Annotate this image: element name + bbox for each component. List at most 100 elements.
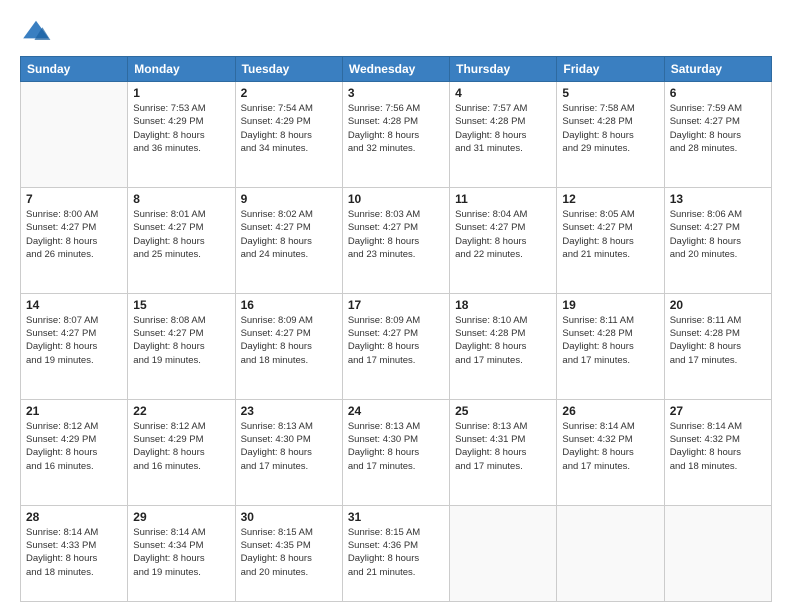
day-number: 27 (670, 404, 766, 418)
calendar-cell-5-5 (450, 505, 557, 601)
calendar-cell-3-4: 17 Sunrise: 8:09 AM Sunset: 4:27 PM Dayli… (342, 293, 449, 399)
calendar-cell-1-1 (21, 82, 128, 188)
day-info: Sunrise: 8:06 AM Sunset: 4:27 PM Dayligh… (670, 208, 766, 261)
day-info: Sunrise: 8:04 AM Sunset: 4:27 PM Dayligh… (455, 208, 551, 261)
page: SundayMondayTuesdayWednesdayThursdayFrid… (0, 0, 792, 612)
day-info: Sunrise: 8:08 AM Sunset: 4:27 PM Dayligh… (133, 314, 229, 367)
day-number: 15 (133, 298, 229, 312)
day-number: 22 (133, 404, 229, 418)
day-info: Sunrise: 8:10 AM Sunset: 4:28 PM Dayligh… (455, 314, 551, 367)
day-number: 25 (455, 404, 551, 418)
day-number: 12 (562, 192, 658, 206)
day-number: 3 (348, 86, 444, 100)
calendar-cell-3-6: 19 Sunrise: 8:11 AM Sunset: 4:28 PM Dayli… (557, 293, 664, 399)
calendar-cell-5-7 (664, 505, 771, 601)
calendar-cell-1-5: 4 Sunrise: 7:57 AM Sunset: 4:28 PM Daylig… (450, 82, 557, 188)
day-info: Sunrise: 8:11 AM Sunset: 4:28 PM Dayligh… (562, 314, 658, 367)
day-info: Sunrise: 7:58 AM Sunset: 4:28 PM Dayligh… (562, 102, 658, 155)
day-info: Sunrise: 8:00 AM Sunset: 4:27 PM Dayligh… (26, 208, 122, 261)
calendar-cell-1-2: 1 Sunrise: 7:53 AM Sunset: 4:29 PM Daylig… (128, 82, 235, 188)
calendar-cell-3-1: 14 Sunrise: 8:07 AM Sunset: 4:27 PM Dayli… (21, 293, 128, 399)
day-info: Sunrise: 8:05 AM Sunset: 4:27 PM Dayligh… (562, 208, 658, 261)
calendar-cell-3-3: 16Sunrise: 8:09 AM Sunset: 4:27 PM Dayli… (235, 293, 342, 399)
day-info: Sunrise: 8:13 AM Sunset: 4:30 PM Dayligh… (348, 420, 444, 473)
day-number: 26 (562, 404, 658, 418)
calendar-cell-4-7: 27 Sunrise: 8:14 AM Sunset: 4:32 PM Dayli… (664, 399, 771, 505)
day-number: 10 (348, 192, 444, 206)
day-info: Sunrise: 8:01 AM Sunset: 4:27 PM Dayligh… (133, 208, 229, 261)
week-row-2: 7Sunrise: 8:00 AM Sunset: 4:27 PM Daylig… (21, 187, 772, 293)
day-info: Sunrise: 8:13 AM Sunset: 4:30 PM Dayligh… (241, 420, 337, 473)
day-info: Sunrise: 7:57 AM Sunset: 4:28 PM Dayligh… (455, 102, 551, 155)
calendar-cell-2-2: 8 Sunrise: 8:01 AM Sunset: 4:27 PM Daylig… (128, 187, 235, 293)
day-info: Sunrise: 8:03 AM Sunset: 4:27 PM Dayligh… (348, 208, 444, 261)
week-row-4: 21 Sunrise: 8:12 AM Sunset: 4:29 PM Dayli… (21, 399, 772, 505)
calendar-table: SundayMondayTuesdayWednesdayThursdayFrid… (20, 56, 772, 602)
day-info: Sunrise: 8:13 AM Sunset: 4:31 PM Dayligh… (455, 420, 551, 473)
calendar-cell-2-1: 7Sunrise: 8:00 AM Sunset: 4:27 PM Daylig… (21, 187, 128, 293)
day-number: 11 (455, 192, 551, 206)
calendar-cell-5-2: 29 Sunrise: 8:14 AM Sunset: 4:34 PM Dayli… (128, 505, 235, 601)
day-number: 18 (455, 298, 551, 312)
week-row-3: 14 Sunrise: 8:07 AM Sunset: 4:27 PM Dayli… (21, 293, 772, 399)
day-info: Sunrise: 8:07 AM Sunset: 4:27 PM Dayligh… (26, 314, 122, 367)
day-info: Sunrise: 8:14 AM Sunset: 4:32 PM Dayligh… (670, 420, 766, 473)
day-number: 23 (241, 404, 337, 418)
calendar-cell-4-3: 23 Sunrise: 8:13 AM Sunset: 4:30 PM Dayli… (235, 399, 342, 505)
calendar-cell-2-3: 9Sunrise: 8:02 AM Sunset: 4:27 PM Daylig… (235, 187, 342, 293)
weekday-header-sunday: Sunday (21, 57, 128, 82)
weekday-header-friday: Friday (557, 57, 664, 82)
day-number: 9 (241, 192, 337, 206)
calendar-cell-4-6: 26Sunrise: 8:14 AM Sunset: 4:32 PM Dayli… (557, 399, 664, 505)
calendar-cell-1-3: 2 Sunrise: 7:54 AM Sunset: 4:29 PM Daylig… (235, 82, 342, 188)
calendar-cell-3-5: 18 Sunrise: 8:10 AM Sunset: 4:28 PM Dayli… (450, 293, 557, 399)
day-number: 13 (670, 192, 766, 206)
weekday-header-thursday: Thursday (450, 57, 557, 82)
day-info: Sunrise: 8:09 AM Sunset: 4:27 PM Dayligh… (348, 314, 444, 367)
top-area (20, 16, 772, 48)
day-number: 4 (455, 86, 551, 100)
day-number: 21 (26, 404, 122, 418)
calendar-cell-2-4: 10 Sunrise: 8:03 AM Sunset: 4:27 PM Dayli… (342, 187, 449, 293)
day-number: 8 (133, 192, 229, 206)
weekday-header-tuesday: Tuesday (235, 57, 342, 82)
weekday-header-row: SundayMondayTuesdayWednesdayThursdayFrid… (21, 57, 772, 82)
calendar-cell-5-4: 31Sunrise: 8:15 AM Sunset: 4:36 PM Dayli… (342, 505, 449, 601)
day-info: Sunrise: 7:54 AM Sunset: 4:29 PM Dayligh… (241, 102, 337, 155)
day-number: 20 (670, 298, 766, 312)
day-number: 17 (348, 298, 444, 312)
weekday-header-monday: Monday (128, 57, 235, 82)
day-info: Sunrise: 8:12 AM Sunset: 4:29 PM Dayligh… (26, 420, 122, 473)
calendar-cell-1-7: 6Sunrise: 7:59 AM Sunset: 4:27 PM Daylig… (664, 82, 771, 188)
day-number: 30 (241, 510, 337, 524)
calendar-cell-4-5: 25 Sunrise: 8:13 AM Sunset: 4:31 PM Dayli… (450, 399, 557, 505)
week-row-5: 28 Sunrise: 8:14 AM Sunset: 4:33 PM Dayli… (21, 505, 772, 601)
day-info: Sunrise: 8:12 AM Sunset: 4:29 PM Dayligh… (133, 420, 229, 473)
day-number: 19 (562, 298, 658, 312)
calendar-cell-3-7: 20 Sunrise: 8:11 AM Sunset: 4:28 PM Dayli… (664, 293, 771, 399)
week-row-1: 1 Sunrise: 7:53 AM Sunset: 4:29 PM Daylig… (21, 82, 772, 188)
day-info: Sunrise: 8:15 AM Sunset: 4:35 PM Dayligh… (241, 526, 337, 579)
weekday-header-wednesday: Wednesday (342, 57, 449, 82)
day-number: 14 (26, 298, 122, 312)
day-number: 2 (241, 86, 337, 100)
day-number: 29 (133, 510, 229, 524)
day-number: 1 (133, 86, 229, 100)
day-info: Sunrise: 8:14 AM Sunset: 4:34 PM Dayligh… (133, 526, 229, 579)
calendar-cell-4-2: 22 Sunrise: 8:12 AM Sunset: 4:29 PM Dayli… (128, 399, 235, 505)
day-info: Sunrise: 8:09 AM Sunset: 4:27 PM Dayligh… (241, 314, 337, 367)
calendar-cell-2-5: 11 Sunrise: 8:04 AM Sunset: 4:27 PM Dayli… (450, 187, 557, 293)
calendar-cell-2-6: 12 Sunrise: 8:05 AM Sunset: 4:27 PM Dayli… (557, 187, 664, 293)
day-info: Sunrise: 7:53 AM Sunset: 4:29 PM Dayligh… (133, 102, 229, 155)
day-number: 5 (562, 86, 658, 100)
day-number: 28 (26, 510, 122, 524)
calendar-cell-5-3: 30 Sunrise: 8:15 AM Sunset: 4:35 PM Dayli… (235, 505, 342, 601)
day-info: Sunrise: 7:56 AM Sunset: 4:28 PM Dayligh… (348, 102, 444, 155)
day-info: Sunrise: 8:14 AM Sunset: 4:33 PM Dayligh… (26, 526, 122, 579)
calendar-cell-1-4: 3 Sunrise: 7:56 AM Sunset: 4:28 PM Daylig… (342, 82, 449, 188)
calendar-cell-3-2: 15 Sunrise: 8:08 AM Sunset: 4:27 PM Dayli… (128, 293, 235, 399)
calendar-cell-2-7: 13 Sunrise: 8:06 AM Sunset: 4:27 PM Dayli… (664, 187, 771, 293)
day-info: Sunrise: 7:59 AM Sunset: 4:27 PM Dayligh… (670, 102, 766, 155)
day-info: Sunrise: 8:11 AM Sunset: 4:28 PM Dayligh… (670, 314, 766, 367)
day-number: 31 (348, 510, 444, 524)
